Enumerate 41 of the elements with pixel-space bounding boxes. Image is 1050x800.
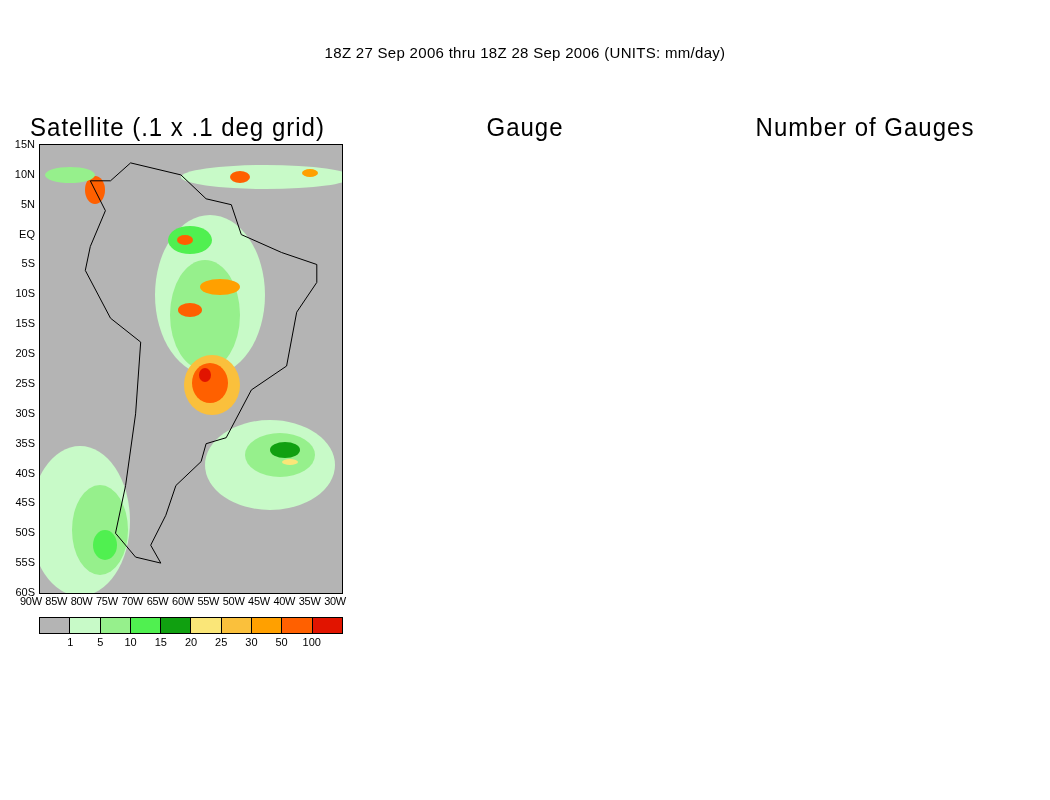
- latitude-label: 40S: [15, 466, 35, 479]
- legend-label: 15: [154, 636, 167, 648]
- latitude-label: 35S: [15, 436, 35, 449]
- legend-label: 20: [184, 636, 198, 648]
- latitude-label: 15S: [15, 317, 35, 330]
- longitude-label: 60W: [172, 595, 194, 607]
- plot-title: 18Z 27 Sep 2006 thru 18Z 28 Sep 2006 (UNITS: mm/day): [324, 44, 726, 61]
- latitude-label: 60S: [15, 586, 35, 598]
- latitude-label: 10S: [15, 287, 35, 300]
- latitude-label: 5S: [21, 257, 35, 270]
- latitude-label: 50S: [15, 526, 35, 539]
- longitude-label: 35W: [298, 595, 321, 607]
- latitude-label: 15N: [14, 138, 35, 150]
- longitude-label: 50W: [222, 595, 245, 607]
- latitude-label: EQ: [19, 227, 35, 240]
- longitude-label: 40W: [273, 595, 296, 607]
- legend-label: 5: [97, 636, 104, 648]
- latitude-label: 5N: [20, 197, 35, 210]
- latitude-label: 45S: [15, 496, 35, 509]
- longitude-label: 75W: [96, 595, 118, 607]
- longitude-label: 80W: [70, 595, 93, 607]
- panel-title: Gauge: [486, 113, 564, 144]
- legend-label: 100: [302, 636, 321, 648]
- legend-label: 10: [124, 636, 137, 648]
- longitude-label: 30W: [324, 595, 346, 607]
- latitude-label: 20S: [15, 347, 35, 360]
- legend-label: 30: [245, 636, 258, 648]
- longitude-label: 45W: [248, 595, 270, 607]
- latitude-label: 10N: [14, 167, 35, 180]
- legend-label: 50: [275, 636, 288, 648]
- longitude-label: 65W: [146, 595, 169, 607]
- longitude-label: 85W: [45, 595, 68, 607]
- latitude-label: 30S: [15, 406, 35, 419]
- latitude-label: 25S: [15, 376, 35, 389]
- legend-label: 1: [67, 636, 74, 648]
- latitude-label: 55S: [15, 556, 35, 569]
- longitude-label: 70W: [121, 595, 144, 607]
- panel-title: Number of Gauges: [755, 113, 975, 144]
- legend-label: 25: [215, 636, 228, 648]
- longitude-label: 90W: [20, 595, 42, 607]
- longitude-label: 55W: [197, 595, 220, 607]
